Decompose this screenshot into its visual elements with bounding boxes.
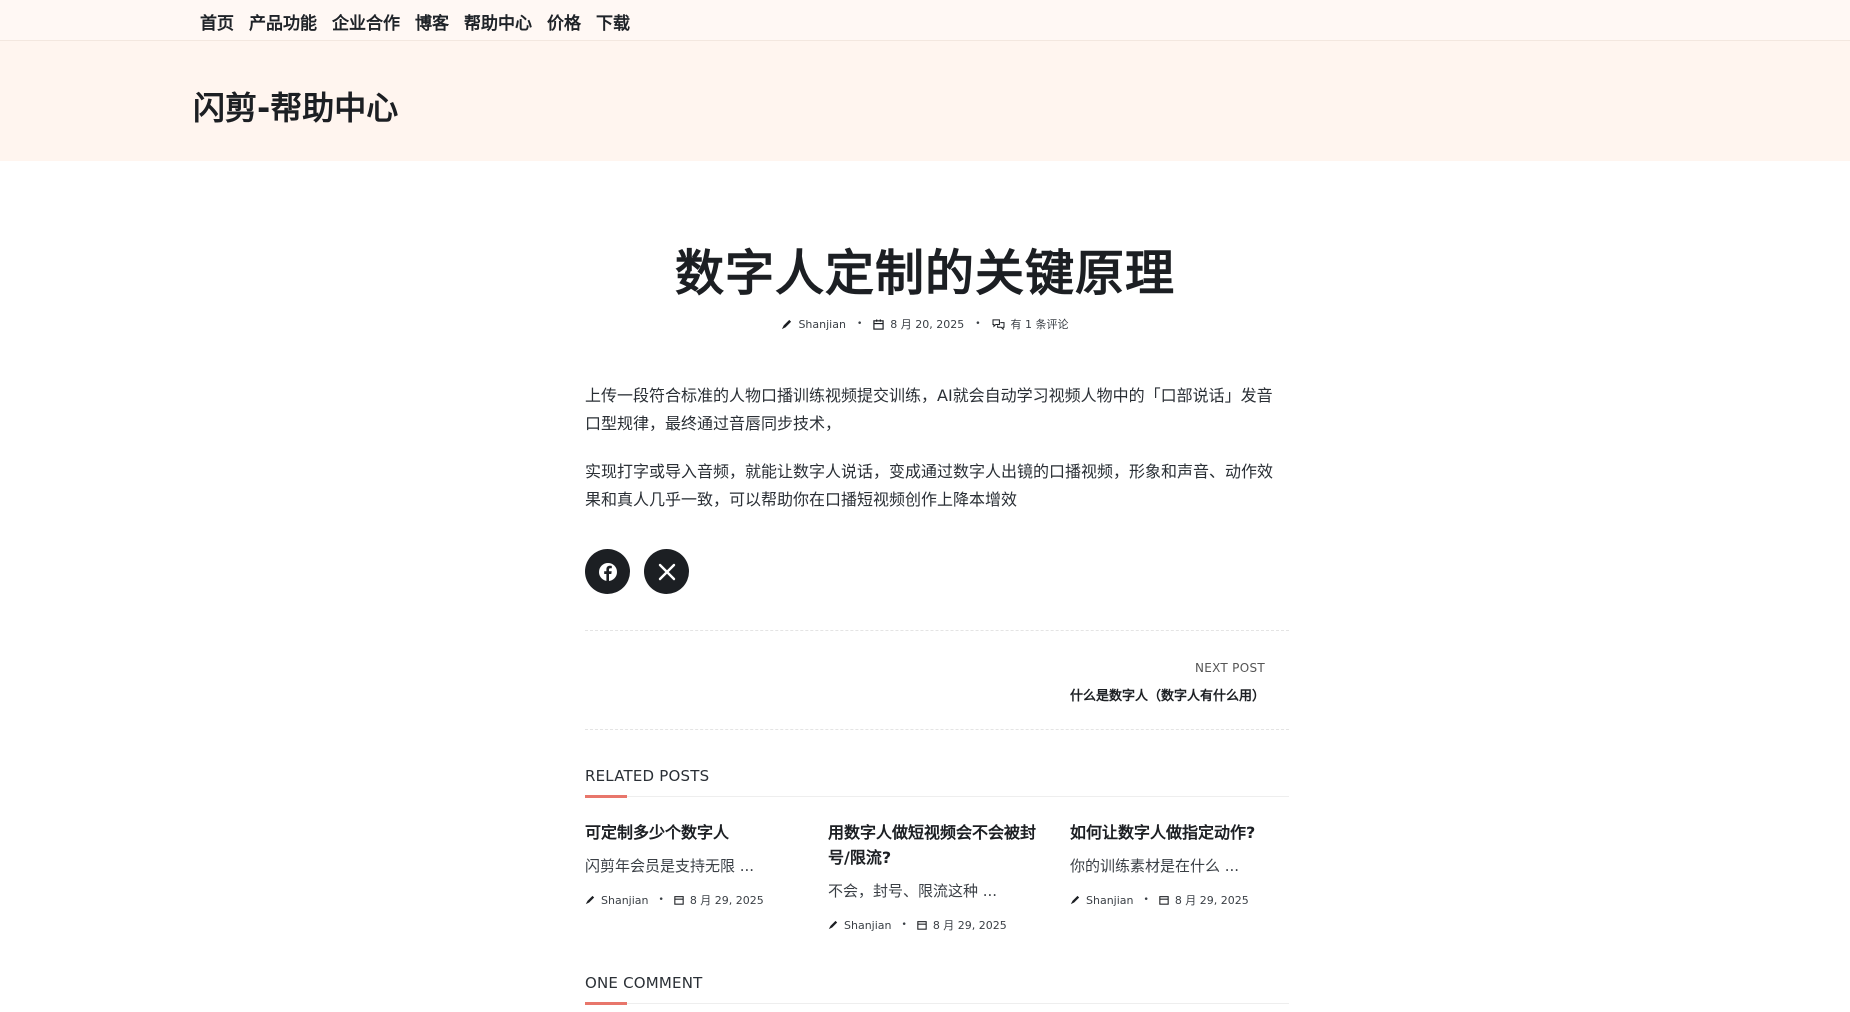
related-post-date: 8 月 29, 2025 <box>932 919 1007 932</box>
heading-accent <box>585 1002 627 1005</box>
post-author-name: Shanjian <box>798 317 846 331</box>
pen-icon <box>828 920 838 930</box>
meta-separator: • <box>658 895 664 905</box>
share-x-button[interactable] <box>644 549 689 594</box>
calendar-icon <box>674 896 684 905</box>
related-post-author[interactable]: Shanjian <box>1086 894 1134 907</box>
meta-separator: • <box>856 319 863 329</box>
related-post-author[interactable]: Shanjian <box>844 919 892 932</box>
pen-icon <box>782 319 792 329</box>
site-header: 闪剪-帮助中心 <box>0 41 1850 161</box>
related-posts-heading: RELATED POSTS <box>585 766 1289 798</box>
post-title: 数字人定制的关键原理 <box>674 245 1175 302</box>
related-posts-title: RELATED POSTS <box>585 767 710 785</box>
related-post-title[interactable]: 如何让数字人做指定动作? <box>1070 820 1285 845</box>
nav-menu: 首页 产品功能 企业合作 博客 帮助中心 价格 下载 <box>200 9 645 34</box>
related-post-date: 8 月 29, 2025 <box>1174 894 1249 907</box>
nav-item-home[interactable]: 首页 <box>200 9 234 34</box>
related-post-title[interactable]: 用数字人做短视频会不会被封号/限流? <box>828 820 1043 870</box>
post-content-paragraph-2: 实现打字或导入音频，就能让数字人说话，变成通过数字人出镜的口播视频，形象和声音、… <box>585 458 1275 514</box>
nav-item-enterprise[interactable]: 企业合作 <box>332 9 400 34</box>
related-post-meta: Shanjian • 8 月 29, 2025 <box>828 917 1043 933</box>
comments-icon <box>992 318 1005 330</box>
nav-item-pricing[interactable]: 价格 <box>547 9 581 34</box>
post-comments-link[interactable]: 有 1 条评论 <box>992 316 1069 332</box>
post-date: 8 月 20, 2025 <box>873 316 964 332</box>
nav-item-help-center[interactable]: 帮助中心 <box>464 9 532 34</box>
divider <box>585 630 1289 631</box>
paragraph-text: 实现打字或导入音频，就能让数字人说话，变成通过数字人出镜的口播视频，形象和声音、… <box>585 462 1274 509</box>
nav-item-features[interactable]: 产品功能 <box>249 9 317 34</box>
related-post-meta: Shanjian • 8 月 29, 2025 <box>585 892 800 908</box>
comments-heading: ONE COMMENT <box>585 973 1289 1005</box>
related-post-card: 用数字人做短视频会不会被封号/限流? 不会，封号、限流这种 ... Shanji… <box>828 820 1043 933</box>
share-buttons <box>585 549 703 594</box>
related-post-card: 如何让数字人做指定动作? 你的训练素材是在什么 ... Shanjian • 8… <box>1070 820 1285 908</box>
next-post-link[interactable]: 什么是数字人（数字人有什么用） <box>865 685 1265 704</box>
post-content-paragraph-1: 上传一段符合标准的人物口播训练视频提交训练，AI就会自动学习视频人物中的「口部说… <box>585 382 1275 438</box>
calendar-icon <box>1159 896 1169 905</box>
related-post-date: 8 月 29, 2025 <box>689 894 764 907</box>
post-author[interactable]: Shanjian <box>781 318 846 331</box>
heading-accent <box>585 795 627 798</box>
share-facebook-button[interactable] <box>585 549 630 594</box>
related-post-excerpt: 闪剪年会员是支持无限 ... <box>585 857 755 875</box>
meta-separator: • <box>975 319 981 329</box>
nav-item-download[interactable]: 下载 <box>596 9 630 34</box>
site-title[interactable]: 闪剪-帮助中心 <box>193 83 398 129</box>
pen-icon <box>585 895 595 905</box>
related-post-author[interactable]: Shanjian <box>601 894 649 907</box>
facebook-icon <box>598 562 617 581</box>
meta-separator: • <box>901 920 907 930</box>
calendar-icon <box>873 318 884 330</box>
top-navigation: 首页 产品功能 企业合作 博客 帮助中心 价格 下载 <box>0 0 1850 41</box>
related-post-excerpt: 不会，封号、限流这种 ... <box>828 882 998 900</box>
related-post-title[interactable]: 可定制多少个数字人 <box>585 820 800 845</box>
post-meta: Shanjian • 8 月 20, 2025 • 有 1 条评论 <box>0 316 1850 332</box>
meta-separator: • <box>1143 895 1149 905</box>
paragraph-text: 上传一段符合标准的人物口播训练视频提交训练，AI就会自动学习视频人物中的「口部说… <box>585 386 1273 433</box>
related-post-excerpt: 你的训练素材是在什么 ... <box>1070 857 1240 875</box>
x-icon <box>658 563 675 580</box>
divider <box>585 729 1289 730</box>
post-date-text: 8 月 20, 2025 <box>890 318 965 331</box>
nav-item-blog[interactable]: 博客 <box>415 9 449 34</box>
comments-title: ONE COMMENT <box>585 974 703 992</box>
next-post-label: NEXT POST <box>1194 661 1265 675</box>
post-comments-count: 有 1 条评论 <box>1010 318 1069 331</box>
related-post-meta: Shanjian • 8 月 29, 2025 <box>1070 892 1285 908</box>
pen-icon <box>1070 895 1080 905</box>
calendar-icon <box>917 921 927 930</box>
related-post-card: 可定制多少个数字人 闪剪年会员是支持无限 ... Shanjian • 8 月 … <box>585 820 800 908</box>
